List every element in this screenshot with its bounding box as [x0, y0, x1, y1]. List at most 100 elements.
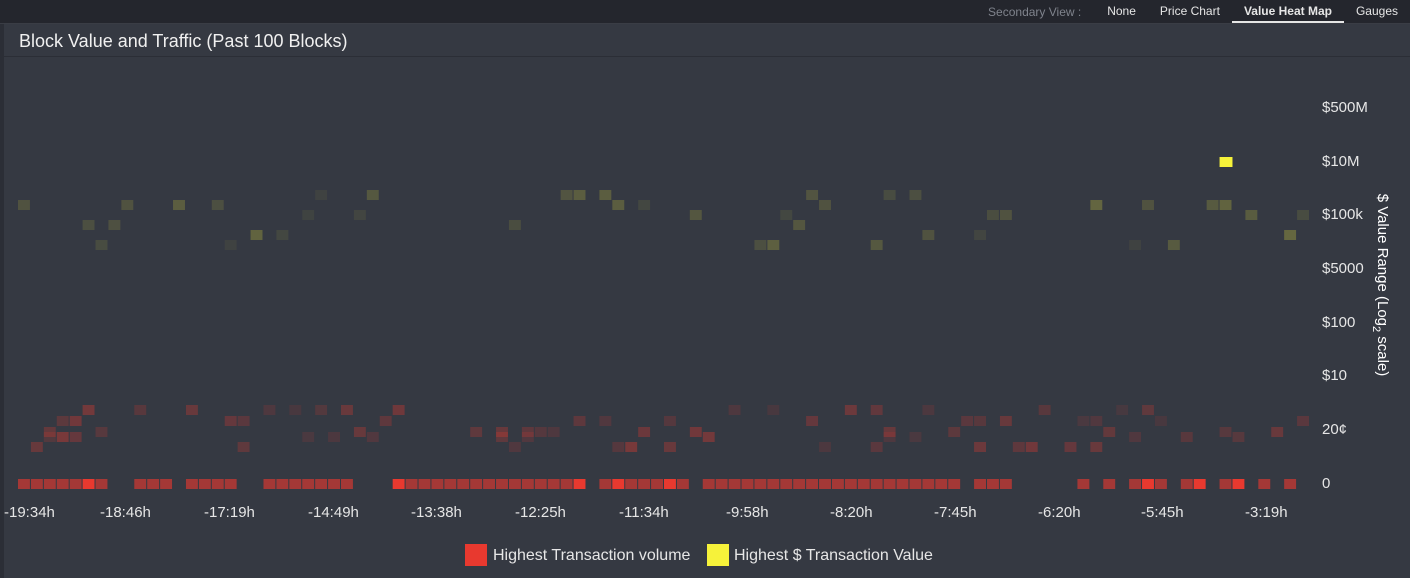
- heat-cell: [999, 416, 1012, 426]
- heat-cell: [664, 442, 676, 452]
- heat-cell: [999, 210, 1012, 220]
- heat-cell-zero: [573, 479, 586, 489]
- heat-cell: [224, 240, 237, 250]
- heat-cell: [1064, 442, 1077, 452]
- heat-cell: [806, 190, 819, 200]
- heat-cell-zero: [599, 479, 612, 489]
- x-tick-label: -12:25h: [515, 504, 566, 521]
- heat-cell-zero: [147, 479, 160, 489]
- heat-cell: [689, 210, 702, 220]
- heat-cell: [508, 220, 521, 230]
- heat-cell-zero: [483, 479, 496, 489]
- heat-cell: [870, 442, 883, 452]
- heat-cell: [922, 405, 935, 415]
- heat-cell: [1297, 416, 1309, 426]
- heat-cell: [974, 230, 986, 240]
- heat-cell-zero: [185, 479, 198, 489]
- heat-cell: [173, 200, 185, 210]
- heat-cell: [366, 190, 379, 200]
- heat-cell-zero: [819, 479, 831, 489]
- heat-cell: [664, 416, 676, 426]
- heat-cell: [870, 405, 883, 415]
- heat-cell-zero: [948, 479, 961, 489]
- heat-cell: [767, 240, 780, 250]
- heat-cell: [237, 416, 250, 426]
- heat-cell: [56, 432, 69, 442]
- heat-cell-zero: [431, 479, 444, 489]
- heat-cell: [315, 190, 328, 200]
- heat-cell: [987, 210, 999, 220]
- heat-cell-zero: [534, 479, 547, 489]
- heat-cell: [508, 442, 521, 452]
- heat-cell: [521, 432, 534, 442]
- heat-cell: [1142, 405, 1154, 415]
- heat-cell: [1090, 416, 1103, 426]
- heat-cell: [1103, 427, 1116, 437]
- heat-cell: [302, 210, 315, 220]
- heat-cell-zero: [302, 479, 315, 489]
- heat-cell: [1206, 200, 1219, 210]
- x-tick-label: -18:46h: [100, 504, 151, 521]
- x-tick-label: -3:19h: [1245, 504, 1288, 521]
- heat-cell: [534, 427, 547, 437]
- heat-cell: [547, 427, 560, 437]
- heat-cell: [560, 190, 573, 200]
- heat-cell: [470, 427, 483, 437]
- heat-cell-zero: [625, 479, 638, 489]
- heat-cell: [1297, 210, 1309, 220]
- x-tick-label: -5:45h: [1141, 504, 1184, 521]
- heat-cell: [948, 427, 961, 437]
- heat-cell: [328, 432, 340, 442]
- heat-cell-zero: [922, 479, 935, 489]
- heat-cell: [1154, 416, 1167, 426]
- heat-cell: [56, 416, 69, 426]
- heat-cell-zero: [315, 479, 328, 489]
- heat-cell-zero: [1219, 479, 1232, 489]
- heat-cell-zero: [767, 479, 780, 489]
- heat-cell: [974, 442, 986, 452]
- heat-cell-zero: [612, 479, 625, 489]
- heat-cell-zero: [43, 479, 56, 489]
- heat-cell: [689, 427, 702, 437]
- heat-cell: [844, 405, 857, 415]
- heat-cell: [1129, 432, 1142, 442]
- heat-cell: [224, 416, 237, 426]
- heat-cell: [1038, 405, 1051, 415]
- heat-cell-zero: [780, 479, 793, 489]
- heat-cell: [599, 416, 612, 426]
- heat-cell-zero: [1258, 479, 1271, 489]
- heat-cell: [1090, 200, 1103, 210]
- heat-cell: [43, 432, 56, 442]
- heat-cell: [496, 432, 508, 442]
- heat-cell-zero: [935, 479, 948, 489]
- heat-cell-zero: [418, 479, 431, 489]
- heat-cell: [121, 200, 134, 210]
- y-tick-label: $500M: [1322, 99, 1368, 116]
- heat-cell-zero: [69, 479, 82, 489]
- heat-cell-zero: [392, 479, 405, 489]
- heat-cell: [1025, 442, 1038, 452]
- heat-cell: [1219, 200, 1232, 210]
- heat-cell-zero: [999, 479, 1012, 489]
- heat-cell: [82, 405, 95, 415]
- heat-cell-zero: [831, 479, 844, 489]
- heat-cell: [961, 416, 974, 426]
- heat-cell: [276, 230, 289, 240]
- heat-cell: [1090, 442, 1103, 452]
- heat-cell: [573, 416, 586, 426]
- heat-cell: [806, 416, 819, 426]
- heat-cell-zero: [457, 479, 470, 489]
- heat-cell: [754, 240, 767, 250]
- x-tick-label: -13:38h: [411, 504, 462, 521]
- heat-cell-zero: [664, 479, 676, 489]
- heat-cell-zero: [741, 479, 754, 489]
- heat-cell: [353, 210, 366, 220]
- heat-cell-zero: [870, 479, 883, 489]
- heat-cell: [1142, 200, 1154, 210]
- heat-cell: [302, 432, 315, 442]
- heat-cell-zero: [974, 479, 986, 489]
- heat-cell: [108, 220, 121, 230]
- heat-cell-zero: [224, 479, 237, 489]
- heat-cell-zero: [1129, 479, 1142, 489]
- heat-cell: [263, 405, 276, 415]
